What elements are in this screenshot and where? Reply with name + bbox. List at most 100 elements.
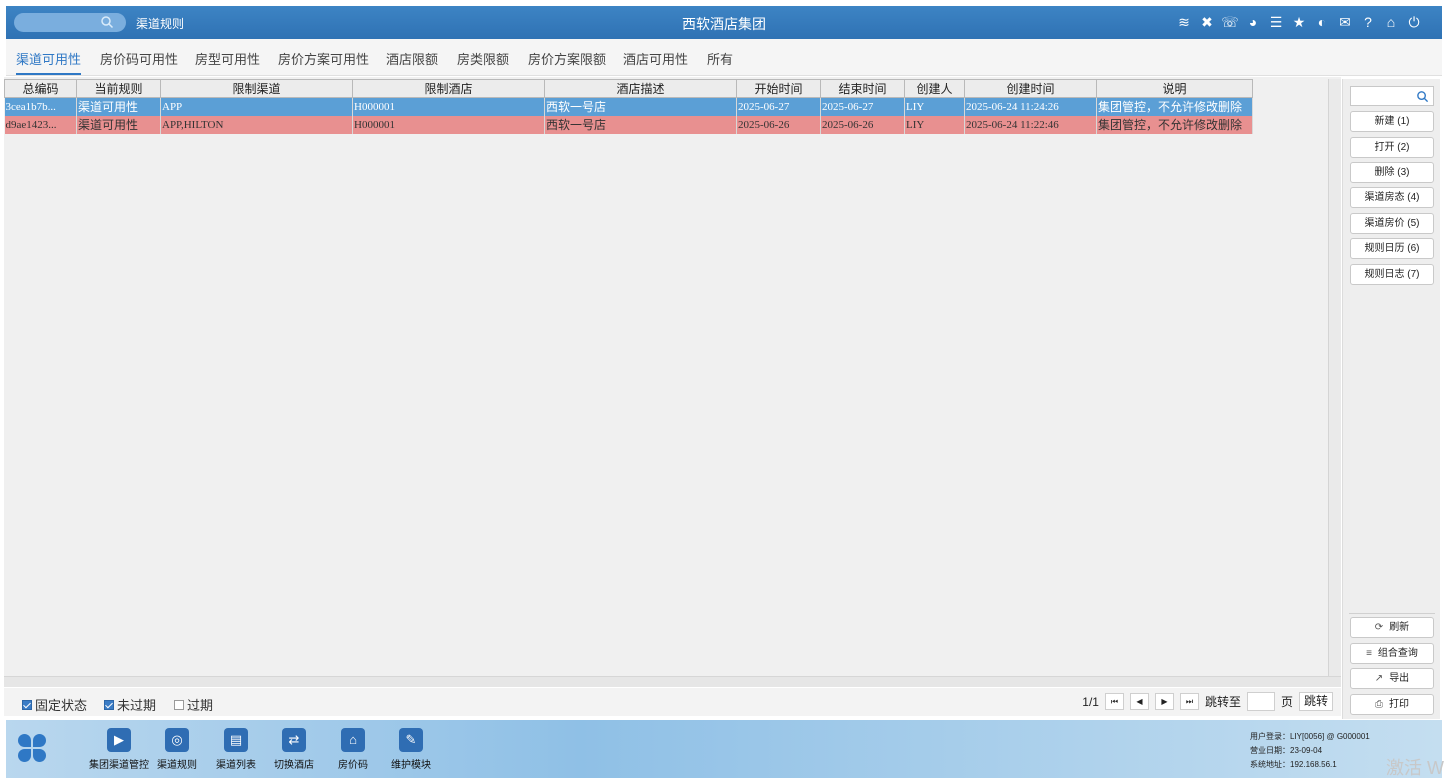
page-number-input[interactable] (1246, 692, 1275, 711)
cell: 2025-06-26 (820, 115, 905, 134)
prev-page-icon[interactable]: ◀ (1129, 693, 1149, 710)
rule-calendar-button[interactable]: 规则日历 (6) (1350, 238, 1434, 259)
expired-checkbox[interactable]: 过期 (174, 695, 213, 714)
top-bar: 渠道规则 西软酒店集团 ≋ ✖ ☏ ◕ ☰ ★ ◐ ✉ ? ⌂ ⏻ (6, 6, 1442, 39)
module-rate-code[interactable]: ⌂ 房价码 (321, 728, 385, 771)
export-icon: ↗ (1374, 673, 1384, 684)
rules-table: 总编码 当前规则 限制渠道 限制酒店 酒店描述 开始时间 结束时间 创建人 创建… (4, 79, 1253, 134)
action-sidebar: 新建 (1) 打开 (2) 删除 (3) 渠道房态 (4) 渠道房价 (5) 规… (1342, 79, 1440, 719)
session-info: 用户登录：LIY[0056] @ G000001 营业日期：23-09-04 系… (1250, 730, 1370, 772)
tab-channel-availability[interactable]: 渠道可用性 (16, 49, 82, 75)
cell: H000001 (352, 97, 545, 116)
power-icon[interactable]: ⏻ (1406, 13, 1422, 31)
col-header[interactable]: 限制渠道 (160, 79, 353, 98)
cell: 2025-06-24 11:22:46 (964, 115, 1097, 134)
print-label: 打印 (1389, 699, 1409, 710)
cell: 2025-06-24 11:24:26 (964, 97, 1097, 116)
print-icon: ⎙ (1375, 699, 1383, 710)
fixed-state-checkbox[interactable]: 固定状态 (22, 695, 87, 714)
new-button[interactable]: 新建 (1) (1350, 111, 1434, 132)
table-row[interactable]: d9ae1423... 渠道可用性 APP,HILTON H000001 西软一… (4, 115, 1253, 134)
checkbox-checked[interactable] (104, 699, 114, 710)
video-icon: ▶ (107, 728, 131, 752)
tab-room-type-availability[interactable]: 房型可用性 (195, 49, 260, 75)
open-button[interactable]: 打开 (2) (1350, 137, 1434, 158)
cell: 西软一号店 (544, 97, 737, 116)
cell: 2025-06-26 (736, 115, 821, 134)
palette-icon[interactable]: ◕ (1245, 13, 1261, 31)
search-icon[interactable] (1416, 90, 1429, 103)
module-label: 房价码 (338, 760, 368, 771)
contrast-icon[interactable]: ◐ (1314, 13, 1330, 31)
module-label: 维护模块 (391, 760, 431, 771)
star-icon[interactable]: ★ (1291, 13, 1307, 31)
module-channel-list[interactable]: ▤ 渠道列表 (204, 728, 268, 771)
help-icon[interactable]: ? (1360, 13, 1376, 31)
col-header[interactable]: 说明 (1096, 79, 1253, 98)
channel-room-rate-button[interactable]: 渠道房价 (5) (1350, 213, 1434, 234)
delete-button[interactable]: 删除 (3) (1350, 162, 1434, 183)
wifi-icon[interactable]: ≋ (1176, 13, 1192, 31)
col-header[interactable]: 结束时间 (820, 79, 905, 98)
horizontal-scrollbar[interactable] (4, 676, 1341, 687)
cell: APP (160, 97, 353, 116)
sidebar-search-input[interactable] (1350, 86, 1434, 106)
cell: 集团管控，不允许修改删除 (1096, 115, 1253, 134)
page-unit-label: 页 (1280, 695, 1293, 709)
cell: APP,HILTON (160, 115, 353, 134)
module-group-channel-control[interactable]: ▶ 集团渠道管控 (87, 728, 151, 771)
export-button[interactable]: ↗ 导出 (1350, 668, 1434, 689)
cycle-icon: ◎ (165, 728, 189, 752)
checkbox-unchecked[interactable] (174, 699, 184, 710)
tools-icon[interactable]: ✖ (1199, 13, 1215, 31)
col-header[interactable]: 当前规则 (76, 79, 161, 98)
jump-to-label: 跳转至 (1204, 695, 1241, 709)
channel-room-status-button[interactable]: 渠道房态 (4) (1350, 187, 1434, 208)
tab-hotel-availability[interactable]: 酒店可用性 (623, 49, 688, 75)
tab-room-class-quota[interactable]: 房类限额 (457, 49, 509, 75)
tab-rate-plan-availability[interactable]: 房价方案可用性 (278, 49, 369, 75)
col-header[interactable]: 创建时间 (964, 79, 1097, 98)
next-page-icon[interactable]: ▶ (1154, 693, 1174, 710)
first-page-icon[interactable]: ⏮ (1104, 693, 1124, 710)
pager: 1/1 ⏮ ◀ ▶ ⏭ 跳转至 页 跳转 (1082, 692, 1333, 711)
checkbox-checked[interactable] (22, 699, 32, 710)
col-header[interactable]: 酒店描述 (544, 79, 737, 98)
module-channel-rules[interactable]: ◎ 渠道规则 (145, 728, 209, 771)
refresh-button[interactable]: ⟳ 刷新 (1350, 617, 1434, 638)
module-label: 渠道列表 (216, 760, 256, 771)
user-info: 用户登录：LIY[0056] @ G000001 (1250, 732, 1370, 741)
tab-all[interactable]: 所有 (707, 49, 733, 75)
table-row[interactable]: 3cea1b7b... 渠道可用性 APP H000001 西软一号店 2025… (4, 97, 1253, 116)
rule-log-button[interactable]: 规则日志 (7) (1350, 264, 1434, 285)
phone-icon[interactable]: ☏ (1221, 13, 1239, 31)
menu-icon[interactable]: ☰ (1268, 13, 1284, 31)
col-header[interactable]: 开始时间 (736, 79, 821, 98)
print-button[interactable]: ⎙ 打印 (1350, 694, 1434, 715)
home-icon: ⌂ (341, 728, 365, 752)
cell: H000001 (352, 115, 545, 134)
col-header[interactable]: 创建人 (904, 79, 965, 98)
tab-rate-plan-quota[interactable]: 房价方案限额 (528, 49, 606, 75)
business-date: 营业日期：23-09-04 (1250, 746, 1323, 755)
tab-rate-code-availability[interactable]: 房价码可用性 (100, 49, 178, 75)
jump-button[interactable]: 跳转 (1298, 692, 1333, 711)
module-maintenance[interactable]: ✎ 维护模块 (379, 728, 443, 771)
not-expired-checkbox[interactable]: 未过期 (104, 695, 156, 714)
cell: 渠道可用性 (76, 115, 161, 134)
combined-query-button[interactable]: ≡ 组合查询 (1350, 643, 1434, 664)
top-icons: ≋ ✖ ☏ ◕ ☰ ★ ◐ ✉ ? ⌂ ⏻ (1176, 13, 1422, 31)
col-header[interactable]: 总编码 (4, 79, 77, 98)
cell: 西软一号店 (544, 115, 737, 134)
mail-icon[interactable]: ✉ (1337, 13, 1353, 31)
col-header[interactable]: 限制酒店 (352, 79, 545, 98)
module-switch-hotel[interactable]: ⇄ 切换酒店 (262, 728, 326, 771)
last-page-icon[interactable]: ⏭ (1179, 693, 1199, 710)
combined-query-label: 组合查询 (1377, 648, 1418, 659)
refresh-label: 刷新 (1389, 622, 1410, 633)
vertical-scrollbar[interactable] (1328, 79, 1341, 676)
app-logo-icon[interactable] (18, 734, 48, 764)
clipboard-icon: ▤ (224, 728, 248, 752)
tab-hotel-quota[interactable]: 酒店限额 (386, 49, 438, 75)
home-icon[interactable]: ⌂ (1383, 13, 1399, 31)
